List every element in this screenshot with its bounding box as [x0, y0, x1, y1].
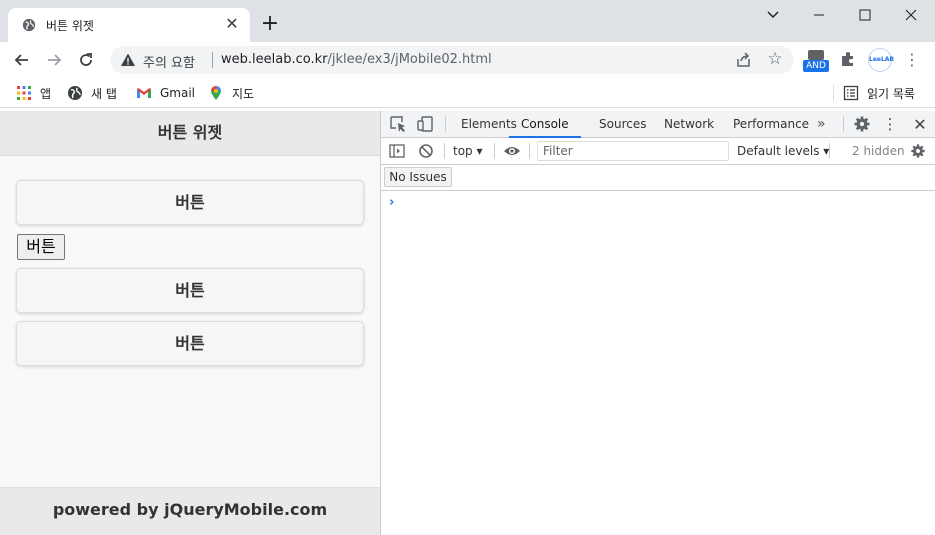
devtools-tab-bar: Elements Console Sources Network Perform… — [381, 111, 935, 138]
browser-tab[interactable]: 버튼 위젯 ✕ — [8, 8, 250, 42]
console-prompt-icon[interactable]: › — [389, 195, 394, 210]
devtools-panel: Elements Console Sources Network Perform… — [380, 111, 935, 535]
bookmarks-bar: 앱 새 탭 Gmail 지도 읽기 목록 — [0, 78, 935, 108]
page-viewport: 버튼 위젯 버튼 버튼 버튼 버튼 powered by jQueryMobil… — [0, 111, 380, 535]
jqm-button-3[interactable]: 버튼 — [16, 321, 364, 366]
tab-performance[interactable]: Performance — [733, 111, 809, 138]
toolbar-divider — [494, 143, 495, 159]
no-issues-button[interactable]: No Issues — [384, 167, 452, 187]
tab-network[interactable]: Network — [664, 111, 714, 138]
toolbar-divider — [829, 143, 830, 159]
bookmark-star-icon[interactable]: ☆ — [764, 48, 786, 70]
back-button[interactable] — [10, 48, 34, 72]
maps-pin-icon — [211, 86, 221, 100]
console-filter-input[interactable]: Filter — [537, 141, 729, 161]
log-levels-dropdown[interactable]: Default levels ▾ — [737, 144, 829, 158]
jqm-button-1[interactable]: 버튼 — [16, 180, 364, 225]
tab-close-icon[interactable]: ✕ — [222, 14, 242, 34]
bookmark-label: 앱 — [40, 86, 52, 101]
log-levels-value: Default levels — [737, 144, 820, 158]
apps-grid-icon — [17, 86, 31, 100]
devtools-menu-icon[interactable]: ⋮ — [881, 111, 899, 138]
close-window-button[interactable] — [888, 0, 934, 30]
toolbar-divider — [843, 116, 844, 132]
browser-titlebar: 버튼 위젯 ✕ + — [0, 0, 935, 42]
bookmarks-divider — [833, 85, 834, 101]
extension-and-icon[interactable]: AND — [803, 48, 829, 74]
url-text[interactable]: web.leelab.co.kr/jklee/ex3/jMobile02.htm… — [221, 52, 492, 67]
browser-toolbar: 주의 요함 web.leelab.co.kr/jklee/ex3/jMobile… — [0, 42, 935, 78]
maximize-button[interactable] — [842, 0, 888, 30]
minimize-button[interactable] — [796, 0, 842, 30]
context-value: top — [453, 144, 473, 158]
reload-button[interactable] — [74, 48, 98, 72]
bookmark-apps[interactable]: 앱 — [16, 83, 51, 103]
toolbar-divider — [529, 143, 530, 159]
issues-bar: No Issues — [381, 165, 935, 191]
toolbar-divider — [444, 143, 445, 159]
extensions-puzzle-icon[interactable] — [838, 50, 858, 70]
tab-search-dropdown-icon[interactable] — [750, 0, 796, 30]
clear-console-icon[interactable] — [418, 143, 434, 159]
settings-gear-icon[interactable] — [853, 115, 871, 133]
live-expression-eye-icon[interactable] — [503, 143, 521, 159]
bookmark-label: Gmail — [160, 86, 196, 100]
omnibox-divider — [212, 52, 213, 68]
page-header-title: 버튼 위젯 — [0, 111, 380, 156]
tab-sources[interactable]: Sources — [599, 111, 646, 138]
reading-list-icon — [843, 85, 859, 101]
address-bar[interactable]: 주의 요함 web.leelab.co.kr/jklee/ex3/jMobile… — [110, 46, 794, 74]
security-warning-text[interactable]: 주의 요함 — [143, 52, 195, 71]
bookmark-gmail[interactable]: Gmail — [136, 83, 195, 103]
bookmark-new-tab[interactable]: 새 탭 — [67, 83, 117, 103]
inspect-element-icon[interactable] — [389, 115, 407, 133]
bookmark-label: 지도 — [232, 86, 255, 101]
url-path: /jklee/ex3/jMobile02.html — [327, 52, 492, 67]
console-filter-bar: top ▾ Filter Default levels ▾ 2 hidden — [381, 138, 935, 165]
share-icon[interactable] — [734, 50, 754, 70]
warning-icon[interactable] — [120, 52, 136, 68]
tab-title: 버튼 위젯 — [46, 19, 94, 33]
bookmark-maps[interactable]: 지도 — [208, 83, 254, 103]
native-button[interactable]: 버튼 — [17, 234, 65, 260]
extension-badge: AND — [803, 60, 829, 72]
browser-menu-icon[interactable]: ⋮ — [902, 48, 922, 72]
reading-list-button[interactable]: 읽기 목록 — [843, 83, 915, 103]
gmail-icon — [137, 88, 151, 98]
device-toolbar-icon[interactable] — [416, 115, 434, 133]
bookmark-label: 새 탭 — [91, 86, 117, 101]
extension-device-shape — [808, 50, 824, 60]
hidden-messages-count: 2 hidden — [852, 144, 905, 158]
jqm-button-2[interactable]: 버튼 — [16, 268, 364, 313]
url-host: web.leelab.co.kr — [221, 52, 328, 67]
new-tab-button[interactable]: + — [258, 12, 282, 36]
devtools-close-icon[interactable]: ✕ — [911, 111, 929, 138]
globe-icon — [68, 86, 82, 100]
globe-icon — [22, 18, 36, 32]
more-tabs-icon[interactable]: » — [817, 111, 826, 138]
sidebar-toggle-icon[interactable] — [389, 143, 405, 159]
console-settings-gear-icon[interactable] — [910, 143, 926, 159]
forward-button[interactable] — [42, 48, 66, 72]
profile-avatar[interactable]: LeeLAB — [868, 48, 894, 72]
reading-list-label: 읽기 목록 — [867, 86, 915, 101]
context-selector[interactable]: top ▾ — [453, 144, 483, 158]
page-footer: powered by jQueryMobile.com — [0, 487, 380, 535]
tab-console[interactable]: Console — [509, 111, 581, 138]
toolbar-divider — [445, 116, 446, 132]
